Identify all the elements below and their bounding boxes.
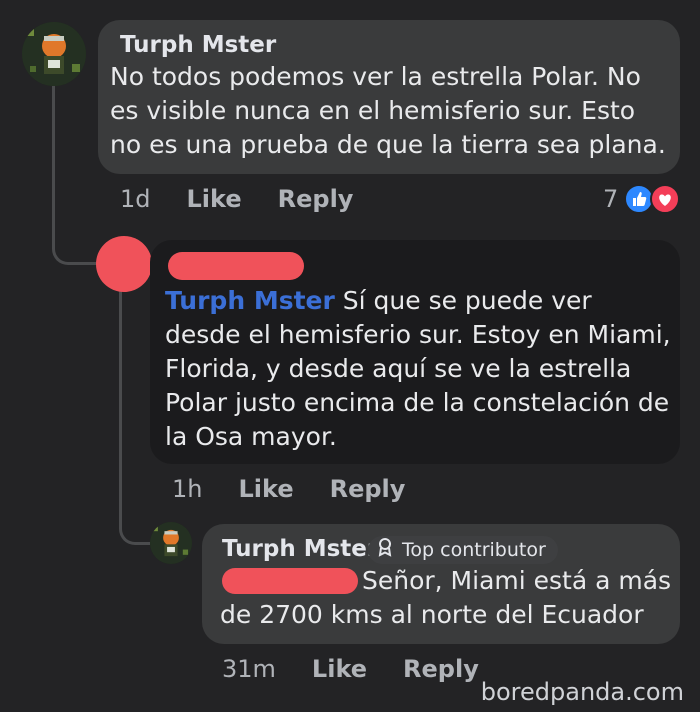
comment-author[interactable]: Turph Mster: [120, 32, 276, 58]
thread-connector: [52, 200, 99, 265]
reply-text: Señor, Miami está a más de 2700 kms al n…: [220, 564, 676, 632]
comment-actions: 1d Like Reply: [120, 185, 389, 213]
reply-button[interactable]: Reply: [403, 655, 479, 683]
avatar-image: [150, 522, 192, 564]
like-button[interactable]: Like: [187, 185, 242, 213]
mention-link[interactable]: Turph Mster: [165, 286, 335, 315]
comment-text: No todos podemos ver la estrella Polar. …: [110, 62, 666, 159]
avatar-image: [22, 22, 86, 86]
reply-body: Señor, Miami está a más de 2700 kms al n…: [220, 566, 672, 629]
badge-label: Top contributor: [402, 539, 546, 561]
reply-button[interactable]: Reply: [330, 475, 406, 503]
love-icon[interactable]: [650, 184, 680, 214]
avatar-redacted[interactable]: [96, 236, 152, 292]
redacted-author: [168, 252, 304, 280]
watermark: boredpanda.com: [480, 678, 684, 706]
avatar[interactable]: [22, 22, 86, 86]
like-button[interactable]: Like: [238, 475, 293, 503]
like-button[interactable]: Like: [312, 655, 367, 683]
reply-time: 31m: [222, 655, 276, 683]
thread-connector: [119, 290, 150, 545]
reply-text: Turph Mster Sí que se puede ver desde el…: [165, 284, 675, 454]
top-contributor-badge: Top contributor: [368, 536, 558, 564]
award-icon: [376, 537, 396, 565]
reaction-count[interactable]: 7: [603, 185, 618, 213]
reply-time: 1h: [172, 475, 203, 503]
comment-time: 1d: [120, 185, 151, 213]
avatar[interactable]: [150, 522, 192, 564]
reply-actions: 1h Like Reply: [172, 475, 441, 503]
reply-button[interactable]: Reply: [278, 185, 354, 213]
reply-author[interactable]: Turph Mster: [222, 536, 378, 562]
reply-actions: 31m Like Reply: [222, 655, 515, 683]
